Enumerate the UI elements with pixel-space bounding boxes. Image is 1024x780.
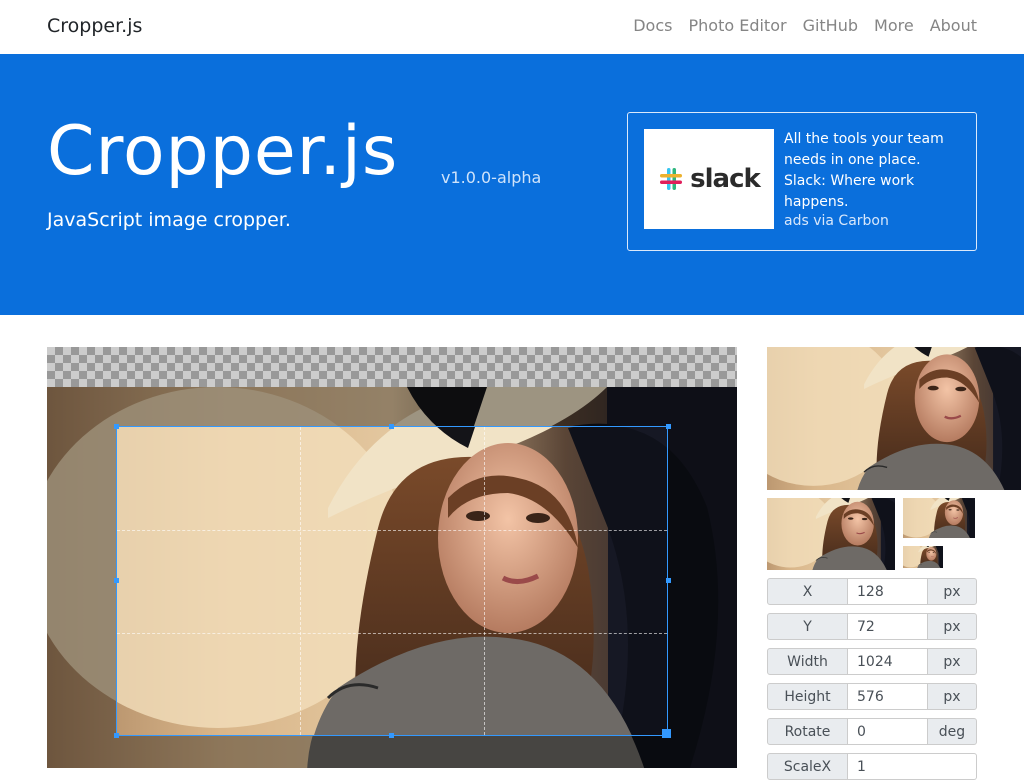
crop-guide-horizontal-2 — [117, 633, 667, 634]
field-height-unit: px — [927, 683, 977, 710]
crop-guide-horizontal-1 — [117, 530, 667, 531]
preview-small — [903, 498, 975, 538]
brand-link[interactable]: Cropper.js — [47, 15, 142, 37]
carbon-ad[interactable]: slack All the tools your team needs in o… — [627, 112, 977, 251]
data-y-input[interactable]: 72 — [848, 613, 927, 640]
nav-link-more[interactable]: More — [874, 16, 914, 35]
ad-text[interactable]: All the tools your team needs in one pla… — [784, 129, 964, 213]
crop-view-image — [116, 426, 668, 736]
nav-link-docs[interactable]: Docs — [633, 16, 672, 35]
hero-subtitle: JavaScript image cropper. — [47, 209, 291, 231]
preview-small-image — [903, 498, 975, 538]
preview-tiny — [903, 546, 943, 568]
field-height: Height 576 px — [767, 683, 977, 710]
preview-large — [767, 347, 1021, 490]
navbar: Cropper.js Docs Photo Editor GitHub More… — [0, 0, 1024, 54]
field-y-unit: px — [927, 613, 977, 640]
preview-tiny-image — [903, 546, 943, 568]
crop-guide-vertical-1 — [300, 427, 301, 735]
field-rotate-unit: deg — [927, 718, 977, 745]
ad-logo-text: slack — [690, 164, 761, 194]
ad-image[interactable]: slack — [644, 129, 774, 229]
field-x: X 128 px — [767, 578, 977, 605]
field-y: Y 72 px — [767, 613, 977, 640]
crop-box[interactable] — [116, 426, 668, 736]
field-scalex: ScaleX 1 — [767, 753, 977, 780]
nav-link-photo-editor[interactable]: Photo Editor — [688, 16, 786, 35]
field-y-label: Y — [767, 613, 848, 640]
crop-handle-ne[interactable] — [666, 424, 671, 429]
data-x-input[interactable]: 128 — [848, 578, 927, 605]
crop-handle-w[interactable] — [114, 578, 119, 583]
field-scalex-label: ScaleX — [767, 753, 848, 780]
nav-links: Docs Photo Editor GitHub More About — [633, 16, 977, 35]
data-rotate-input[interactable]: 0 — [848, 718, 927, 745]
preview-medium-image — [767, 498, 895, 570]
crop-handle-se[interactable] — [662, 729, 671, 738]
field-rotate: Rotate 0 deg — [767, 718, 977, 745]
crop-handle-s[interactable] — [389, 733, 394, 738]
nav-link-about[interactable]: About — [930, 16, 977, 35]
field-x-label: X — [767, 578, 848, 605]
crop-handle-e[interactable] — [666, 578, 671, 583]
field-width: Width 1024 px — [767, 648, 977, 675]
crop-handle-nw[interactable] — [114, 424, 119, 429]
crop-handle-sw[interactable] — [114, 733, 119, 738]
preview-medium — [767, 498, 895, 570]
field-x-unit: px — [927, 578, 977, 605]
ad-via-link[interactable]: ads via Carbon — [784, 213, 889, 229]
data-width-input[interactable]: 1024 — [848, 648, 927, 675]
nav-link-github[interactable]: GitHub — [803, 16, 858, 35]
slack-logo-icon — [660, 168, 683, 190]
cropper-container[interactable] — [47, 347, 737, 768]
field-width-label: Width — [767, 648, 848, 675]
version-label: v1.0.0-alpha — [441, 168, 542, 187]
preview-large-image — [767, 347, 1021, 490]
field-width-unit: px — [927, 648, 977, 675]
data-height-input[interactable]: 576 — [848, 683, 927, 710]
hero-banner: Cropper.js v1.0.0-alpha JavaScript image… — [0, 54, 1024, 315]
hero-title: Cropper.js — [47, 112, 399, 191]
crop-guide-vertical-2 — [484, 427, 485, 735]
field-rotate-label: Rotate — [767, 718, 848, 745]
data-scalex-input[interactable]: 1 — [848, 753, 977, 780]
crop-handle-n[interactable] — [389, 424, 394, 429]
field-height-label: Height — [767, 683, 848, 710]
